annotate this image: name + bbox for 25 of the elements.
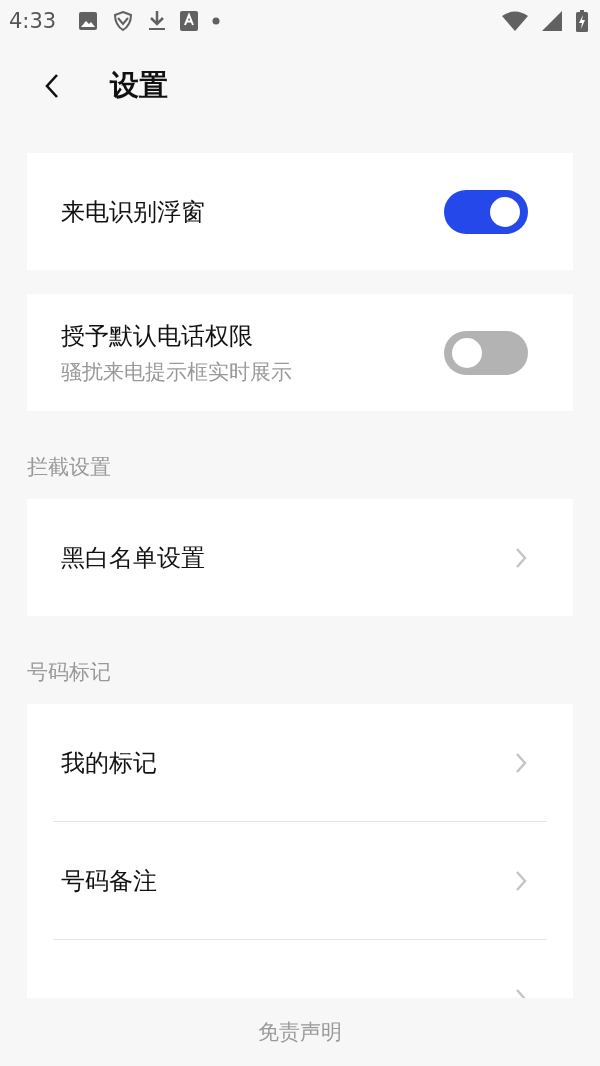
font-icon [180, 11, 199, 31]
shield-icon [112, 10, 135, 32]
setting-label: 黑白名单设置 [61, 542, 206, 574]
download-icon [148, 10, 167, 32]
signal-icon [542, 11, 562, 31]
wifi-icon [502, 11, 528, 31]
chevron-icon[interactable] [515, 546, 527, 569]
image-icon [78, 11, 99, 31]
section-heading: 拦截设置 [27, 457, 112, 477]
section-heading: 号码标记 [27, 662, 112, 682]
toggle-switch[interactable] [444, 330, 528, 375]
chevron-icon[interactable] [515, 869, 527, 892]
dot-icon [212, 17, 221, 25]
setting-label: 号码备注 [61, 865, 158, 897]
status-time: 4:33 [9, 9, 57, 33]
setting-label: 来电识别浮窗 [61, 196, 206, 228]
disclaimer-link[interactable]: 免责声明 [258, 1018, 342, 1046]
setting-label: 授予默认电话权限 [61, 320, 254, 352]
page-title: 设置 [110, 67, 168, 104]
toggle-switch[interactable] [444, 189, 528, 234]
setting-description: 骚扰来电提示框实时展示 [61, 358, 293, 386]
setting-label: 我的标记 [61, 747, 158, 779]
chevron-icon[interactable] [515, 751, 527, 774]
back-icon[interactable] [44, 73, 60, 99]
battery-icon [576, 10, 588, 32]
